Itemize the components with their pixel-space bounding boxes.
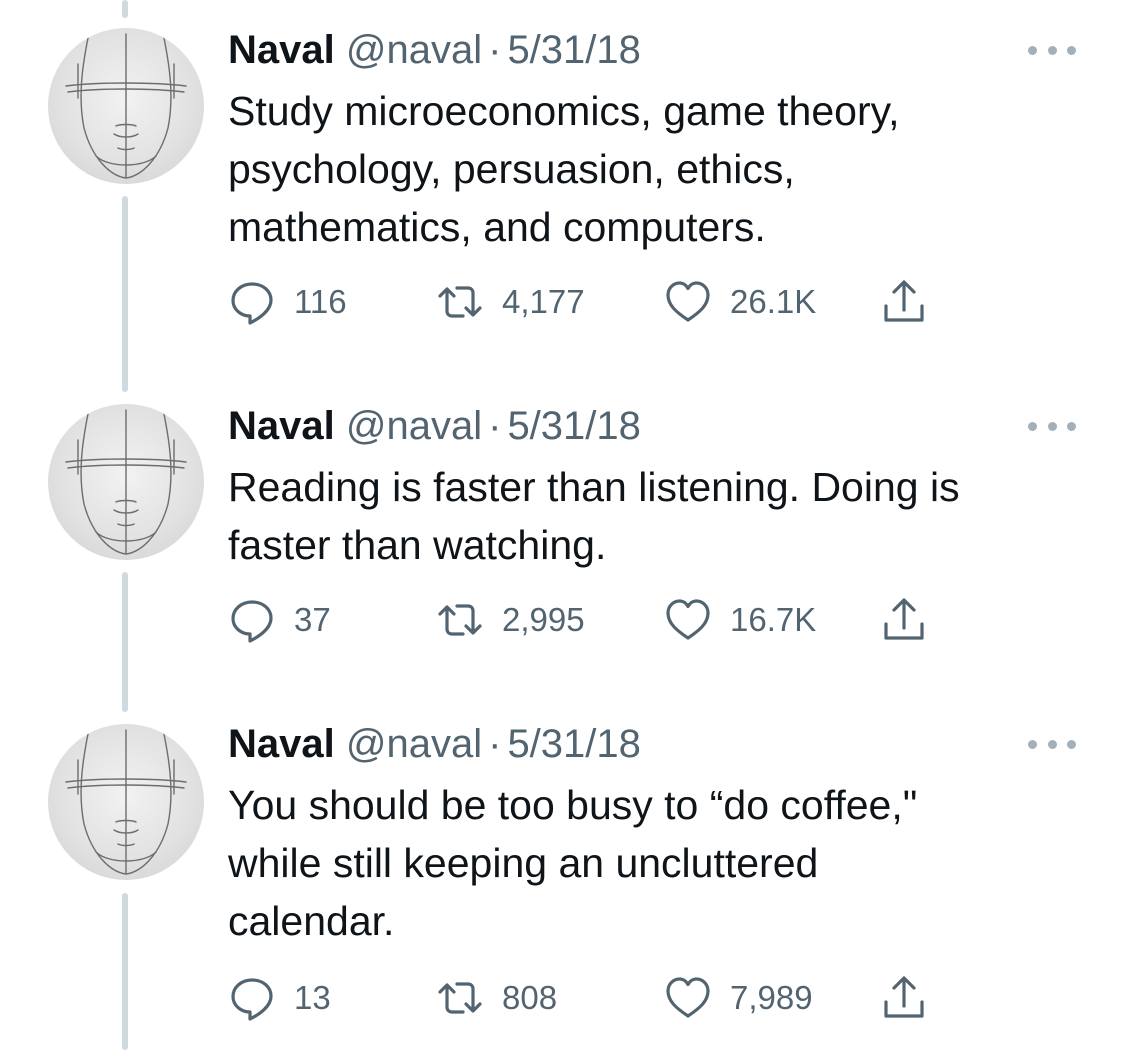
more-options-icon	[1067, 421, 1076, 431]
heart-icon	[666, 977, 710, 1018]
author-handle[interactable]: @naval	[346, 28, 482, 72]
retweet-button[interactable]: 808	[436, 972, 557, 1024]
tweet-text: Study microeconomics, game theory, psych…	[228, 82, 1048, 256]
tweet[interactable]: Naval @naval · 5/31/18 Study microeconomic…	[0, 0, 1125, 380]
reply-icon	[231, 600, 273, 643]
tweet-text-line: psychology, persuasion, ethics,	[228, 146, 795, 192]
more-options-icon	[1047, 739, 1057, 749]
retweet-icon	[438, 982, 482, 1014]
more-options-icon	[1067, 45, 1076, 55]
reply-count: 37	[294, 601, 331, 638]
share-button[interactable]	[880, 276, 928, 328]
avatar[interactable]	[48, 28, 204, 184]
more-options-icon	[1047, 45, 1057, 55]
retweet-icon	[438, 604, 482, 636]
tweet-date[interactable]: 5/31/18	[507, 28, 640, 72]
tweet-actions: 13 808 7,989	[228, 972, 948, 1024]
reply-count: 116	[294, 283, 347, 320]
more-options-button[interactable]	[1028, 418, 1076, 434]
reply-button[interactable]: 13	[228, 972, 331, 1024]
tweet-text-line: calendar.	[228, 898, 395, 944]
heart-icon	[666, 599, 710, 640]
tweet-text-line: faster than watching.	[228, 522, 607, 568]
retweet-button[interactable]: 2,995	[436, 594, 585, 646]
tweet-date[interactable]: 5/31/18	[507, 404, 640, 448]
tweet-text-line: mathematics, and computers.	[228, 204, 766, 250]
retweet-icon	[438, 286, 482, 318]
avatar[interactable]	[48, 724, 204, 880]
tweet-header: Naval @naval · 5/31/18	[228, 26, 641, 74]
tweet-actions: 116 4,177 26.1K	[228, 276, 948, 328]
tweet[interactable]: Naval @naval · 5/31/18 Reading is faster t…	[0, 380, 1125, 700]
reply-button[interactable]: 116	[228, 276, 347, 328]
more-options-button[interactable]	[1028, 736, 1076, 752]
avatar[interactable]	[48, 404, 204, 560]
tweet-thread: Naval @naval · 5/31/18 Study microeconomic…	[0, 0, 1125, 1050]
more-options-icon	[1047, 421, 1057, 431]
like-button[interactable]: 26.1K	[664, 276, 816, 328]
tweet[interactable]: Naval @naval · 5/31/18 You should be too b…	[0, 700, 1125, 1050]
tweet-header: Naval @naval · 5/31/18	[228, 402, 641, 450]
reply-button[interactable]: 37	[228, 594, 331, 646]
tweet-date[interactable]: 5/31/18	[507, 722, 640, 766]
sketch-face-avatar-image	[65, 33, 187, 179]
more-options-icon	[1028, 421, 1037, 431]
more-options-icon	[1028, 739, 1037, 749]
more-options-button[interactable]	[1028, 42, 1076, 58]
like-count: 16.7K	[730, 601, 817, 638]
sketch-face-avatar-image	[65, 729, 187, 875]
tweet-actions: 37 2,995 16.7K	[228, 594, 948, 646]
tweet-text-line: Study microeconomics, game theory,	[228, 88, 900, 134]
author-handle[interactable]: @naval	[346, 722, 482, 766]
like-count: 7,989	[730, 979, 813, 1016]
tweet-text-line: while still keeping an uncluttered	[228, 840, 819, 886]
retweet-count: 808	[502, 979, 558, 1016]
retweet-count: 2,995	[502, 601, 585, 638]
tweet-header: Naval @naval · 5/31/18	[228, 720, 641, 768]
reply-icon	[231, 978, 273, 1021]
tweet-text: Reading is faster than listening. Doing …	[228, 458, 1048, 574]
share-icon	[884, 280, 924, 322]
author-handle[interactable]: @naval	[346, 404, 482, 448]
sketch-face-avatar-image	[65, 409, 187, 555]
separator-dot: ·	[488, 28, 502, 72]
retweet-button[interactable]: 4,177	[436, 276, 585, 328]
reply-icon	[231, 282, 273, 325]
share-button[interactable]	[880, 594, 928, 646]
author-name[interactable]: Naval	[228, 404, 335, 448]
author-name[interactable]: Naval	[228, 28, 335, 72]
share-icon	[884, 598, 924, 640]
tweet-text-line: You should be too busy to “do coffee,"	[228, 782, 918, 828]
more-options-icon	[1028, 45, 1037, 55]
like-button[interactable]: 16.7K	[664, 594, 816, 646]
reply-count: 13	[294, 979, 331, 1016]
separator-dot: ·	[488, 404, 502, 448]
more-options-icon	[1067, 739, 1076, 749]
share-icon	[884, 976, 924, 1018]
tweet-text: You should be too busy to “do coffee," w…	[228, 776, 1048, 950]
retweet-count: 4,177	[502, 283, 585, 320]
heart-icon	[666, 281, 710, 322]
separator-dot: ·	[488, 722, 502, 766]
author-name[interactable]: Naval	[228, 722, 335, 766]
like-button[interactable]: 7,989	[664, 972, 813, 1024]
like-count: 26.1K	[730, 283, 817, 320]
share-button[interactable]	[880, 972, 928, 1024]
tweet-text-line: Reading is faster than listening. Doing …	[228, 464, 960, 510]
